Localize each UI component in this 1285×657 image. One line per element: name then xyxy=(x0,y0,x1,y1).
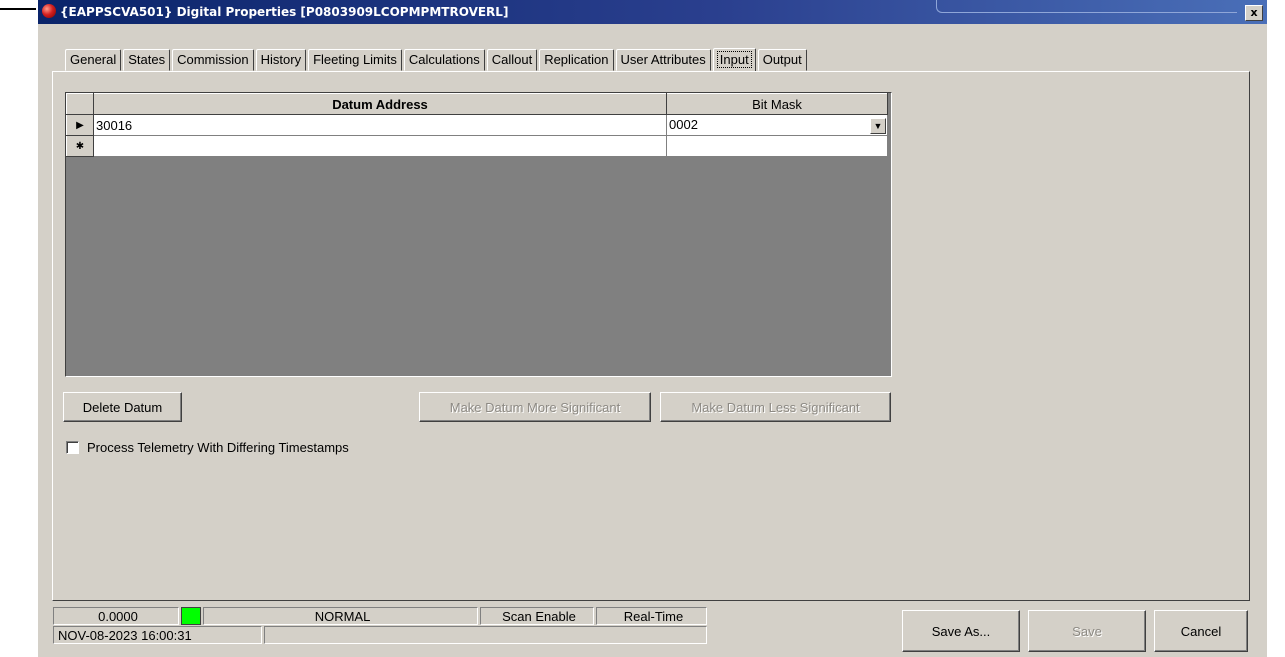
process-telemetry-checkbox[interactable] xyxy=(66,441,79,454)
left-edge-line xyxy=(0,8,36,10)
tab-strip: General States Commission History Fleeti… xyxy=(65,47,809,72)
grid-corner xyxy=(66,93,94,115)
dropdown-arrow-icon[interactable]: ▼ xyxy=(870,117,886,134)
table-row[interactable]: ✱ xyxy=(66,135,888,157)
status-value: 0.0000 xyxy=(53,607,179,625)
tab-user-attributes[interactable]: User Attributes xyxy=(615,49,711,71)
tab-history[interactable]: History xyxy=(255,49,307,71)
tab-output[interactable]: Output xyxy=(757,49,807,71)
make-datum-more-significant-button[interactable]: Make Datum More Significant xyxy=(419,392,651,422)
tab-commission[interactable]: Commission xyxy=(172,49,254,71)
digital-properties-window: {EAPPSCVA501} Digital Properties [P08039… xyxy=(38,0,1267,657)
datum-address-cell[interactable] xyxy=(93,135,667,157)
close-icon[interactable]: x xyxy=(1245,5,1263,21)
app-icon xyxy=(42,4,56,18)
title-bar[interactable]: {EAPPSCVA501} Digital Properties [P08039… xyxy=(38,0,1267,24)
datum-grid[interactable]: Datum Address Bit Mask ▶ 30016 0002 ▼ ✱ xyxy=(65,92,892,377)
process-telemetry-checkbox-row[interactable]: Process Telemetry With Differing Timesta… xyxy=(66,440,349,455)
save-button[interactable]: Save xyxy=(1028,610,1146,652)
make-datum-less-significant-button[interactable]: Make Datum Less Significant xyxy=(660,392,891,422)
column-header-datum-address[interactable]: Datum Address xyxy=(93,93,667,115)
tab-input[interactable]: Input xyxy=(712,48,756,72)
bit-mask-value: 0002 xyxy=(669,116,698,132)
status-scan: Scan Enable xyxy=(480,607,594,625)
bit-mask-cell[interactable] xyxy=(666,135,888,157)
process-telemetry-label: Process Telemetry With Differing Timesta… xyxy=(87,440,349,455)
tab-replication[interactable]: Replication xyxy=(539,49,614,71)
new-row-indicator-icon[interactable]: ✱ xyxy=(66,135,94,157)
cancel-button[interactable]: Cancel xyxy=(1154,610,1248,652)
column-header-bit-mask[interactable]: Bit Mask xyxy=(666,93,888,115)
delete-datum-button[interactable]: Delete Datum xyxy=(63,392,182,422)
window-title: {EAPPSCVA501} Digital Properties [P08039… xyxy=(60,5,509,19)
status-led-indicator xyxy=(181,607,201,625)
table-row[interactable]: ▶ 30016 0002 ▼ xyxy=(66,114,888,136)
title-decoration xyxy=(936,0,1237,13)
current-row-indicator-icon[interactable]: ▶ xyxy=(66,114,94,136)
save-as-button[interactable]: Save As... xyxy=(902,610,1020,652)
tab-callout[interactable]: Callout xyxy=(486,49,538,71)
bit-mask-cell[interactable]: 0002 ▼ xyxy=(666,114,888,136)
status-timestamp: NOV-08-2023 16:00:31 xyxy=(53,626,262,644)
status-mode: Real-Time xyxy=(596,607,707,625)
status-extra xyxy=(264,626,707,644)
tab-fleeting-limits[interactable]: Fleeting Limits xyxy=(308,49,402,71)
datum-address-cell[interactable]: 30016 xyxy=(93,114,667,136)
tab-states[interactable]: States xyxy=(123,49,171,71)
tab-general[interactable]: General xyxy=(65,49,122,71)
tab-calculations[interactable]: Calculations xyxy=(403,49,485,71)
status-state: NORMAL xyxy=(203,607,478,625)
